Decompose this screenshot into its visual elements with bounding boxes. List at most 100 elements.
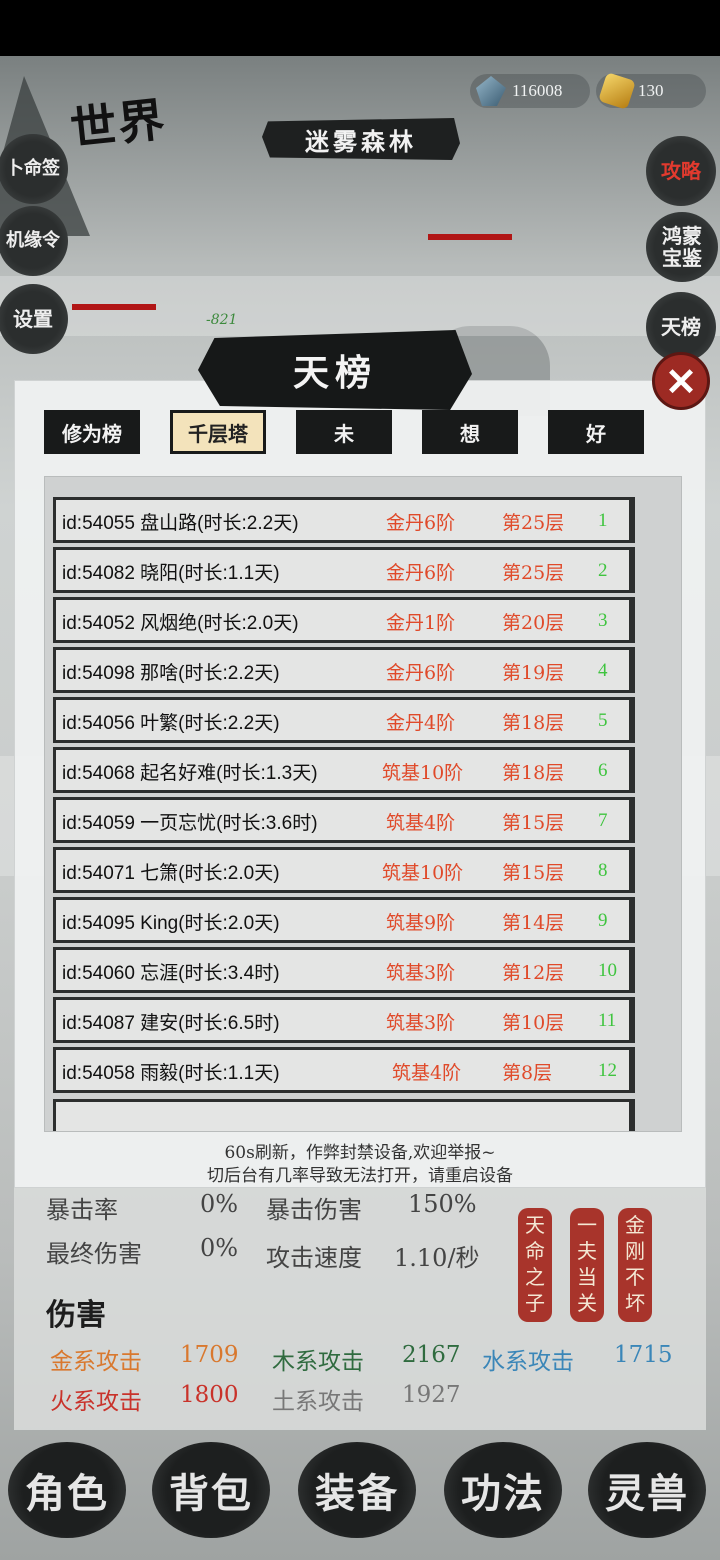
divination-button[interactable]: 卜命签 — [0, 134, 68, 204]
strategy-button[interactable]: 攻略 — [646, 136, 716, 206]
tab-placeholder-1[interactable]: 未 — [296, 410, 392, 454]
tab-thousand-floor-tower[interactable]: 千层塔 — [170, 410, 266, 454]
crit-damage-label: 暴击伤害 — [266, 1196, 362, 1224]
tower-floor: 第25层 — [502, 562, 565, 584]
ranking-row[interactable]: id:54087 建安(时长:6.5时) 筑基3阶 第10层 11 — [53, 997, 635, 1043]
final-damage-value: 0% — [200, 1234, 239, 1262]
fortune-order-button[interactable]: 机缘令 — [0, 206, 68, 276]
divination-label: 卜命签 — [6, 158, 60, 180]
nav-backpack[interactable]: 背包 — [152, 1442, 270, 1538]
player-id: id:54071 七箫(时长:2.0天) — [62, 863, 280, 884]
nav-spirit-beast[interactable]: 灵兽 — [588, 1442, 706, 1538]
world-title: 世界 — [67, 92, 169, 156]
talent-badge: 一夫当关 — [570, 1208, 604, 1322]
rank-number: 12 — [598, 1060, 617, 1081]
rank-number: 7 — [598, 810, 608, 831]
tab-placeholder-2[interactable]: 想 — [422, 410, 518, 454]
close-button[interactable]: ✕ — [652, 352, 710, 410]
gold-ingot-amount: 130 — [638, 81, 664, 100]
player-id: id:54055 盘山路(时长:2.2天) — [62, 513, 299, 534]
earth-attack-value: 1927 — [402, 1382, 461, 1408]
tower-floor: 第18层 — [502, 762, 565, 784]
nav-skills[interactable]: 功法 — [444, 1442, 562, 1538]
player-id: id:54082 晓阳(时长:1.1天) — [62, 563, 280, 584]
cultivation-level: 金丹1阶 — [386, 612, 456, 634]
spirit-stone-amount: 116008 — [512, 81, 563, 100]
player-id: id:54058 雨毅(时长:1.1天) — [62, 1063, 280, 1084]
strategy-label: 攻略 — [661, 159, 701, 183]
tower-floor: 第18层 — [502, 712, 565, 734]
cultivation-level: 金丹6阶 — [386, 512, 456, 534]
nav-backpack-label: 背包 — [169, 1470, 253, 1517]
water-attack-label: 水系攻击 — [482, 1349, 574, 1375]
tab-cultivation-rank[interactable]: 修为榜 — [44, 410, 140, 454]
damage-heading: 伤害 — [46, 1298, 106, 1333]
tab-label: 未 — [334, 421, 354, 446]
tower-floor: 第8层 — [502, 1062, 553, 1084]
enemy-health-bar — [428, 234, 512, 240]
metal-attack-label: 金系攻击 — [50, 1349, 142, 1375]
wood-attack-label: 木系攻击 — [272, 1349, 364, 1375]
rank-number: 9 — [598, 910, 608, 931]
cultivation-level: 筑基10阶 — [382, 862, 464, 884]
attack-speed-value: 1.10/秒 — [394, 1244, 480, 1272]
player-id: id:54052 风烟绝(时长:2.0天) — [62, 613, 299, 634]
talent-badge: 金刚不坏 — [618, 1208, 652, 1322]
ranking-row[interactable]: id:54068 起名好难(时长:1.3天) 筑基10阶 第18层 6 — [53, 747, 635, 793]
cultivation-level: 筑基10阶 — [382, 762, 464, 784]
dialog-title: 天榜 — [198, 330, 472, 410]
crit-rate-value: 0% — [200, 1190, 239, 1218]
ranking-footer-note: 60s刷新，作弊封禁设备,欢迎举报~ 切后台有几率导致无法打开，请重启设备 — [14, 1142, 706, 1188]
nav-equipment[interactable]: 装备 — [298, 1442, 416, 1538]
tower-floor: 第12层 — [502, 962, 565, 984]
ranking-row[interactable]: id:54059 一页忘忧(时长:3.6时) 筑基4阶 第15层 7 — [53, 797, 635, 843]
fortune-order-label: 机缘令 — [6, 230, 60, 252]
ranking-row[interactable]: id:54098 那啥(时长:2.2天) 金丹6阶 第19层 4 — [53, 647, 635, 693]
gold-ingot-counter: 130 — [596, 72, 706, 110]
player-health-bar — [72, 304, 156, 310]
player-id: id:54068 起名好难(时长:1.3天) — [62, 763, 318, 784]
tower-floor: 第20层 — [502, 612, 565, 634]
ranking-row[interactable]: id:54060 忘涯(时长:3.4时) 筑基3阶 第12层 10 — [53, 947, 635, 993]
nav-spirit-beast-label: 灵兽 — [605, 1470, 689, 1517]
spirit-stone-icon — [476, 76, 506, 106]
ranking-row[interactable]: id:54082 晓阳(时长:1.1天) 金丹6阶 第25层 2 — [53, 547, 635, 593]
player-id: id:54060 忘涯(时长:3.4时) — [62, 963, 280, 984]
ranking-row[interactable]: id:54058 雨毅(时长:1.1天) 筑基4阶 第8层 12 — [53, 1047, 635, 1093]
player-id: id:54087 建安(时长:6.5时) — [62, 1013, 280, 1034]
player-id: id:54095 King(时长:2.0天) — [62, 913, 280, 934]
gold-ingot-icon — [598, 72, 636, 110]
earth-attack-label: 土系攻击 — [272, 1389, 364, 1415]
cultivation-level: 金丹6阶 — [386, 662, 456, 684]
tab-label: 千层塔 — [188, 421, 248, 446]
map-name-banner: 迷雾森林 — [262, 118, 460, 160]
player-id: id:54098 那啥(时长:2.2天) — [62, 663, 280, 684]
tower-floor: 第14层 — [502, 912, 565, 934]
tab-placeholder-3[interactable]: 好 — [548, 410, 644, 454]
settings-button[interactable]: 设置 — [0, 284, 68, 354]
rank-number: 3 — [598, 610, 608, 631]
tab-label: 好 — [586, 421, 606, 446]
ranking-row[interactable]: id:54071 七箫(时长:2.0天) 筑基10阶 第15层 8 — [53, 847, 635, 893]
ranking-row[interactable]: id:54056 叶繁(时长:2.2天) 金丹4阶 第18层 5 — [53, 697, 635, 743]
attack-speed-label: 攻击速度 — [266, 1244, 362, 1272]
tab-label: 修为榜 — [62, 421, 122, 446]
ranking-row[interactable]: id:54055 盘山路(时长:2.2天) 金丹6阶 第25层 1 — [53, 497, 635, 543]
wood-attack-value: 2167 — [402, 1342, 461, 1368]
ranking-row[interactable] — [53, 1099, 635, 1131]
player-id: id:54059 一页忘忧(时长:3.6时) — [62, 813, 318, 834]
nav-character[interactable]: 角色 — [8, 1442, 126, 1538]
hongmeng-treasure-button[interactable]: 鸿蒙宝鉴 — [646, 212, 718, 282]
nav-equipment-label: 装备 — [315, 1470, 399, 1517]
rank-number: 4 — [598, 660, 608, 681]
settings-label: 设置 — [13, 307, 53, 331]
heaven-ranking-label: 天榜 — [661, 315, 701, 339]
damage-number: -821 — [206, 312, 238, 328]
metal-attack-value: 1709 — [180, 1342, 239, 1368]
cultivation-level: 筑基3阶 — [386, 962, 456, 984]
tower-floor: 第10层 — [502, 1012, 565, 1034]
rank-number: 8 — [598, 860, 608, 881]
ranking-row[interactable]: id:54052 风烟绝(时长:2.0天) 金丹1阶 第20层 3 — [53, 597, 635, 643]
ranking-row[interactable]: id:54095 King(时长:2.0天) 筑基9阶 第14层 9 — [53, 897, 635, 943]
ranking-list[interactable]: id:54055 盘山路(时长:2.2天) 金丹6阶 第25层 1 id:540… — [44, 476, 682, 1132]
